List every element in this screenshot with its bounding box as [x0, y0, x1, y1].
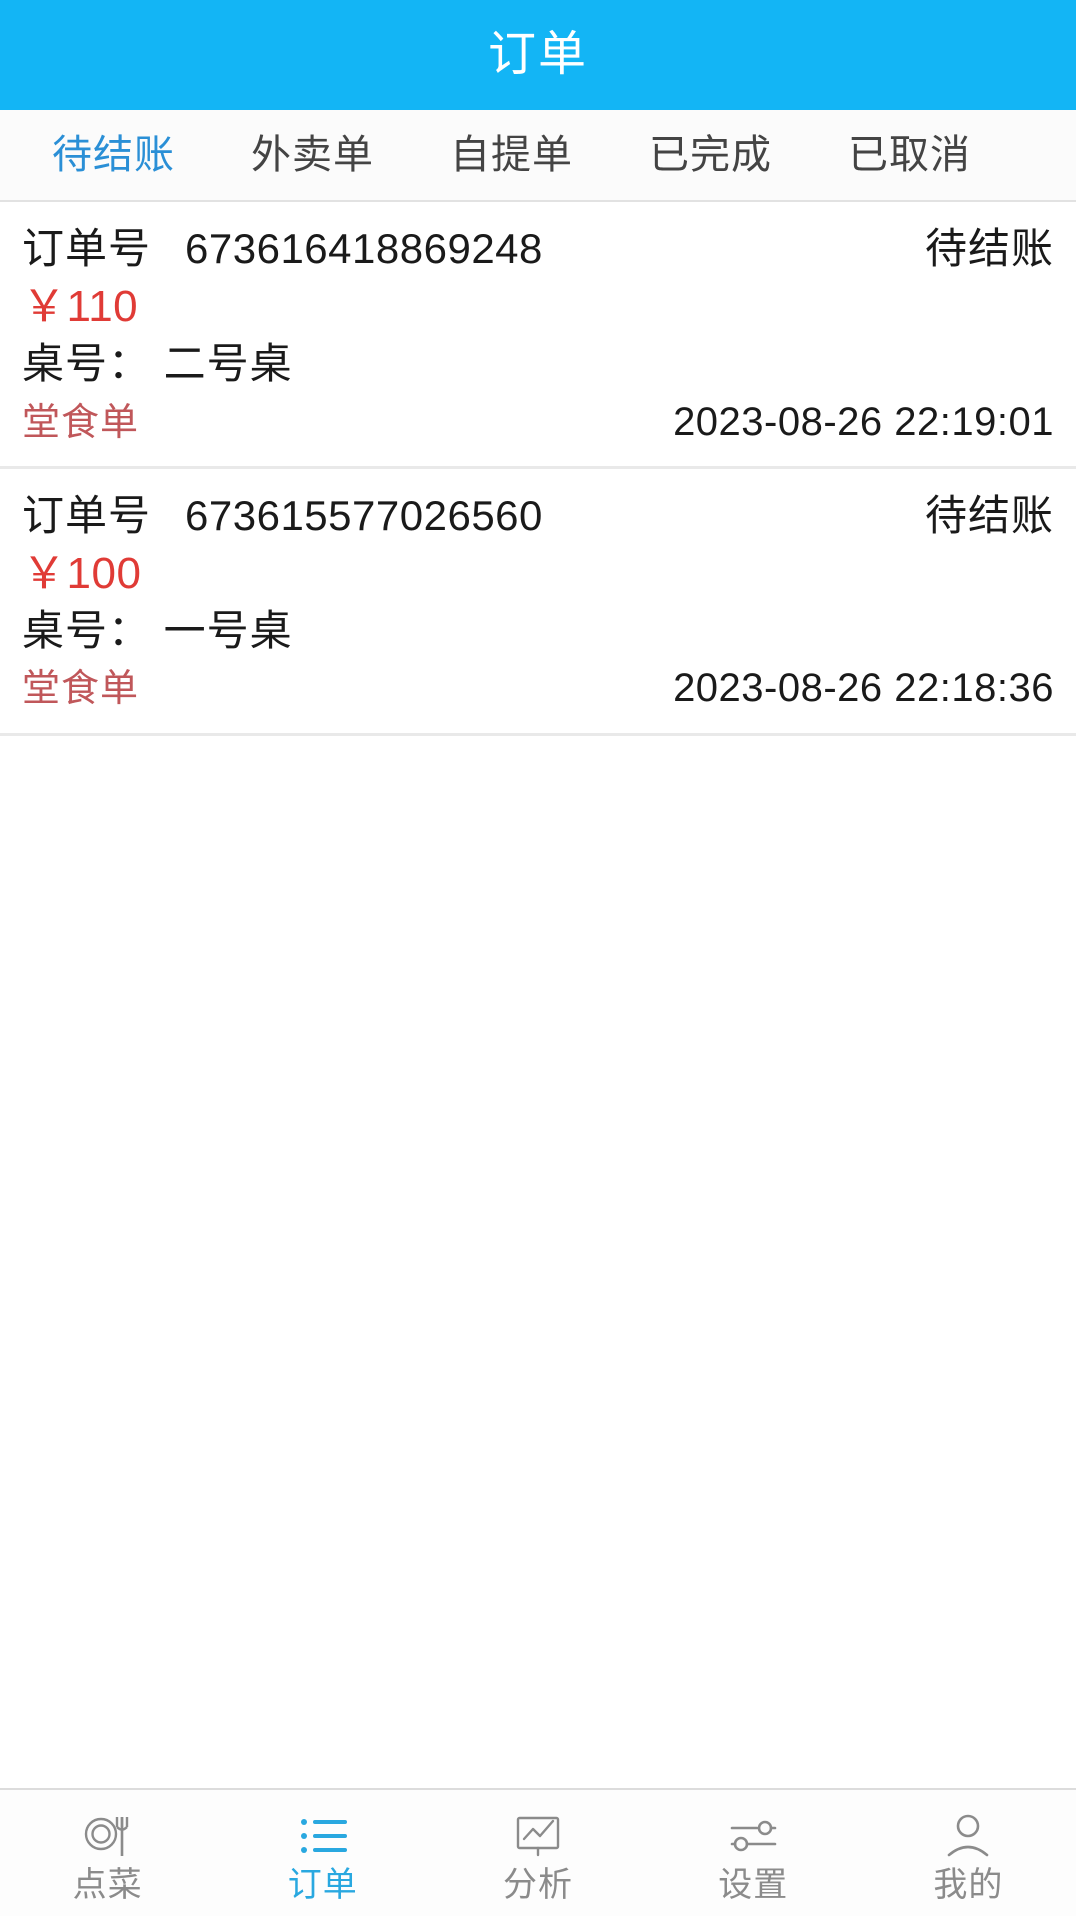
order-no-label: 订单号 — [22, 225, 152, 272]
app-screen: 订单 待结账 外卖单 自提单 已完成 已取消 订单号 6736164188692… — [0, 0, 1076, 1916]
nav-label-order-dishes: 点菜 — [72, 1866, 143, 1904]
order-header-row: 订单号 673616418869248 待结账 — [22, 222, 1054, 276]
order-timestamp: 2023-08-26 22:18:36 — [673, 666, 1054, 711]
order-footer-row: 堂食单 2023-08-26 22:19:01 — [22, 396, 1054, 448]
sliders-icon — [725, 1810, 781, 1862]
status-badge: 待结账 — [924, 225, 1054, 272]
nav-item-profile[interactable]: 我的 — [861, 1790, 1076, 1916]
order-table-no: 桌号： 二号桌 — [22, 339, 293, 387]
order-type-label: 堂食单 — [22, 401, 140, 444]
order-list-item[interactable]: 订单号 673616418869248 待结账 ￥110 桌号： 二号桌 堂食单… — [0, 202, 1076, 469]
tab-cancelled[interactable]: 已取消 — [826, 135, 993, 175]
order-status-tabbar[interactable]: 待结账 外卖单 自提单 已完成 已取消 — [0, 110, 1076, 202]
order-list-item[interactable]: 订单号 673615577026560 待结账 ￥100 桌号： 一号桌 堂食单… — [0, 468, 1076, 736]
order-no-group: 订单号 673616418869248 — [22, 222, 543, 276]
nav-item-analysis[interactable]: 分析 — [430, 1790, 645, 1916]
order-timestamp: 2023-08-26 22:19:01 — [673, 399, 1054, 444]
nav-item-order-dishes[interactable]: 点菜 — [0, 1790, 215, 1916]
nav-label-profile: 我的 — [933, 1866, 1004, 1904]
order-header-row: 订单号 673615577026560 待结账 — [22, 489, 1054, 543]
bottom-navigation[interactable]: 点菜 订单 分析 设置 我的 — [0, 1788, 1076, 1916]
order-no-value: 673615577026560 — [185, 491, 543, 539]
order-list[interactable]: 订单号 673616418869248 待结账 ￥110 桌号： 二号桌 堂食单… — [0, 202, 1076, 1788]
nav-label-analysis: 分析 — [503, 1866, 573, 1904]
nav-label-orders: 订单 — [287, 1866, 358, 1904]
nav-label-settings: 设置 — [718, 1866, 789, 1904]
status-badge: 待结账 — [924, 491, 1054, 539]
order-amount: ￥110 — [22, 281, 139, 331]
tab-takeaway[interactable]: 外卖单 — [229, 135, 396, 175]
tab-self-pickup[interactable]: 自提单 — [428, 135, 595, 175]
tab-completed[interactable]: 已完成 — [627, 135, 794, 175]
list-icon — [295, 1810, 351, 1862]
order-no-group: 订单号 673615577026560 — [22, 489, 543, 543]
order-amount: ￥100 — [22, 548, 142, 598]
nav-item-settings[interactable]: 设置 — [646, 1790, 861, 1916]
order-no-value: 673616418869248 — [185, 225, 543, 272]
order-no-label: 订单号 — [22, 491, 152, 539]
page-title: 订单 — [487, 28, 588, 81]
nav-item-orders[interactable]: 订单 — [215, 1790, 430, 1916]
app-header: 订单 — [0, 0, 1076, 110]
tab-pending-payment[interactable]: 待结账 — [30, 135, 197, 175]
order-table-no: 桌号： 一号桌 — [22, 606, 293, 654]
chart-icon — [510, 1810, 566, 1862]
person-icon — [940, 1810, 996, 1862]
order-type-label: 堂食单 — [22, 668, 140, 711]
plate-fork-icon — [80, 1810, 136, 1862]
order-footer-row: 堂食单 2023-08-26 22:18:36 — [22, 662, 1054, 714]
